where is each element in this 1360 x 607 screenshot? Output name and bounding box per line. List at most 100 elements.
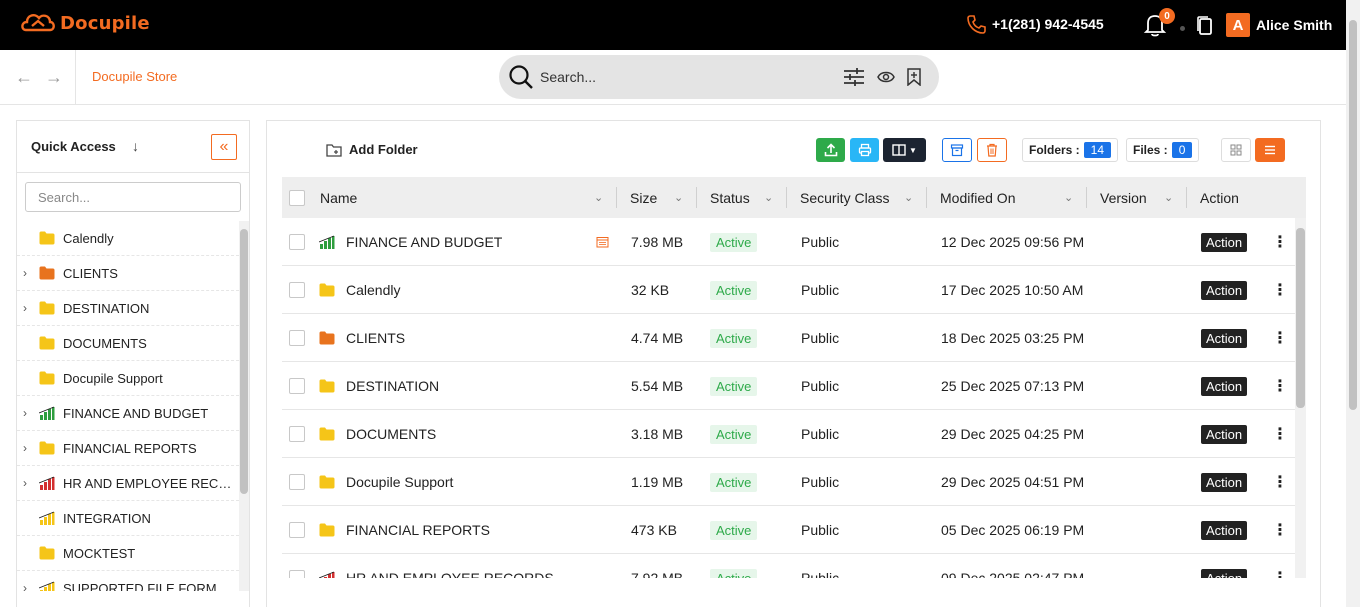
tree-item[interactable]: › HR AND EMPLOYEE RECOR... bbox=[17, 466, 239, 501]
row-menu[interactable]: ⋮ bbox=[1272, 266, 1288, 314]
row-checkbox[interactable] bbox=[289, 426, 305, 442]
action-button[interactable]: Action bbox=[1201, 376, 1248, 396]
notifications-button[interactable]: 0 bbox=[1143, 8, 1175, 43]
table-row[interactable]: DOCUMENTS 3.18 MB Active Public 29 Dec 2025 … bbox=[282, 410, 1306, 458]
tree-scrollbar[interactable] bbox=[239, 221, 249, 591]
action-button[interactable]: Action bbox=[1201, 472, 1248, 492]
action-button[interactable]: Action bbox=[1201, 232, 1248, 252]
add-folder-button[interactable]: Add Folder bbox=[326, 142, 418, 157]
tree-item[interactable]: DOCUMENTS bbox=[17, 326, 239, 361]
select-all-checkbox[interactable] bbox=[289, 189, 305, 206]
tree-item[interactable]: MOCKTEST bbox=[17, 536, 239, 571]
row-name[interactable]: FINANCIAL REPORTS bbox=[346, 506, 490, 554]
row-checkbox[interactable] bbox=[289, 474, 305, 490]
table-row[interactable]: HR AND EMPLOYEE RECORDS 7.92 MB Active Publ… bbox=[282, 554, 1306, 578]
table-scrollbar[interactable] bbox=[1295, 218, 1306, 578]
row-menu[interactable]: ⋮ bbox=[1272, 458, 1288, 506]
row-name[interactable]: Docupile Support bbox=[346, 458, 453, 506]
row-security-class: Public bbox=[801, 474, 840, 490]
back-arrow-icon[interactable]: ← bbox=[15, 67, 33, 88]
delete-button[interactable] bbox=[977, 138, 1007, 162]
nav-arrows: ← → bbox=[15, 67, 63, 88]
table-row[interactable]: CLIENTS 4.74 MB Active Public 18 Dec 2025 03… bbox=[282, 314, 1306, 362]
chevron-right-icon[interactable]: › bbox=[23, 266, 27, 280]
row-menu[interactable]: ⋮ bbox=[1272, 314, 1288, 362]
bookmark-add-icon[interactable] bbox=[907, 68, 921, 86]
row-menu[interactable]: ⋮ bbox=[1272, 362, 1288, 410]
tree-item[interactable]: › FINANCE AND BUDGET bbox=[17, 396, 239, 431]
column-version[interactable]: Version ⌄ bbox=[1087, 177, 1187, 218]
table-row[interactable]: Docupile Support 1.19 MB Active Public 29 De… bbox=[282, 458, 1306, 506]
quick-access-search-input[interactable]: Search... bbox=[25, 182, 241, 212]
row-checkbox[interactable] bbox=[289, 234, 305, 250]
row-checkbox[interactable] bbox=[289, 378, 305, 394]
collapse-panel-button[interactable]: « bbox=[211, 134, 237, 160]
columns-toggle-button[interactable]: ▼ bbox=[883, 138, 926, 162]
row-menu[interactable]: ⋮ bbox=[1272, 506, 1288, 554]
chevron-down-icon: ⌄ bbox=[1064, 192, 1074, 204]
user-menu[interactable]: A Alice Smith bbox=[1226, 13, 1332, 37]
chevron-right-icon[interactable]: › bbox=[23, 406, 27, 420]
row-name[interactable]: FINANCE AND BUDGET bbox=[346, 218, 502, 266]
tree-item[interactable]: › DESTINATION bbox=[17, 291, 239, 326]
table-row[interactable]: FINANCE AND BUDGET 7.98 MB Active Public 12 … bbox=[282, 218, 1306, 266]
action-button[interactable]: Action bbox=[1201, 328, 1248, 348]
archive-button[interactable] bbox=[942, 138, 972, 162]
forward-arrow-icon[interactable]: → bbox=[45, 67, 63, 88]
logo[interactable]: Docupile bbox=[20, 10, 150, 36]
tree-item[interactable]: › FINANCIAL REPORTS bbox=[17, 431, 239, 466]
tree-item[interactable]: INTEGRATION bbox=[17, 501, 239, 536]
chevron-right-icon[interactable]: › bbox=[23, 301, 27, 315]
column-size[interactable]: Size ⌄ bbox=[617, 177, 697, 218]
column-status[interactable]: Status ⌄ bbox=[697, 177, 787, 218]
print-button[interactable] bbox=[850, 138, 879, 162]
column-modified-on[interactable]: Modified On ⌄ bbox=[927, 177, 1087, 218]
upload-button[interactable] bbox=[816, 138, 845, 162]
global-search-input[interactable] bbox=[540, 69, 830, 85]
row-name[interactable]: DOCUMENTS bbox=[346, 410, 436, 458]
row-checkbox[interactable] bbox=[289, 330, 305, 346]
grid-view-button[interactable] bbox=[1221, 138, 1251, 162]
table-row[interactable]: FINANCIAL REPORTS 473 KB Active Public 05 De… bbox=[282, 506, 1306, 554]
row-menu[interactable]: ⋮ bbox=[1272, 410, 1288, 458]
row-menu[interactable]: ⋮ bbox=[1272, 218, 1288, 266]
row-name[interactable]: HR AND EMPLOYEE RECORDS bbox=[346, 554, 554, 578]
sort-down-icon[interactable]: ↓ bbox=[132, 138, 139, 154]
bar-chart-folder-icon bbox=[38, 476, 55, 490]
table-row[interactable]: DESTINATION 5.54 MB Active Public 25 Dec 202… bbox=[282, 362, 1306, 410]
row-menu[interactable]: ⋮ bbox=[1272, 554, 1288, 578]
row-checkbox[interactable] bbox=[289, 570, 305, 578]
chevron-right-icon[interactable]: › bbox=[23, 441, 27, 455]
document-icon[interactable] bbox=[596, 218, 609, 266]
action-button[interactable]: Action bbox=[1201, 424, 1248, 444]
action-button[interactable]: Action bbox=[1201, 280, 1248, 300]
tree-item-icon bbox=[39, 441, 55, 458]
tree-item-label: DESTINATION bbox=[63, 300, 150, 316]
column-security-class[interactable]: Security Class ⌄ bbox=[787, 177, 927, 218]
chevron-right-icon[interactable]: › bbox=[23, 476, 27, 490]
row-checkbox[interactable] bbox=[289, 282, 305, 298]
top-bar: Docupile +1(281) 942-4545 0 A Alice Smit… bbox=[0, 0, 1360, 50]
clipboard-button[interactable] bbox=[1197, 16, 1213, 41]
phone-contact[interactable]: +1(281) 942-4545 bbox=[966, 14, 1104, 34]
tree-item[interactable]: › CLIENTS bbox=[17, 256, 239, 291]
row-name[interactable]: DESTINATION bbox=[346, 362, 439, 410]
action-button[interactable]: Action bbox=[1201, 568, 1248, 578]
row-name[interactable]: CLIENTS bbox=[346, 314, 405, 362]
list-view-button[interactable] bbox=[1255, 138, 1285, 162]
tree-item-label: Calendly bbox=[63, 230, 114, 246]
eye-icon[interactable] bbox=[877, 70, 895, 84]
bar-chart-folder-icon bbox=[38, 511, 55, 525]
column-name[interactable]: Name ⌄ bbox=[312, 177, 617, 218]
tree-item[interactable]: › SUPPORTED FILE FORMATS bbox=[17, 571, 239, 591]
breadcrumb[interactable]: Docupile Store bbox=[92, 69, 177, 84]
table-row[interactable]: Calendly 32 KB Active Public 17 Dec 2025 10:… bbox=[282, 266, 1306, 314]
tree-item[interactable]: Calendly bbox=[17, 221, 239, 256]
tree-item[interactable]: Docupile Support bbox=[17, 361, 239, 396]
chevron-right-icon[interactable]: › bbox=[23, 581, 27, 591]
action-button[interactable]: Action bbox=[1201, 520, 1248, 540]
row-name[interactable]: Calendly bbox=[346, 266, 400, 314]
row-checkbox[interactable] bbox=[289, 522, 305, 538]
page-scrollbar[interactable] bbox=[1346, 0, 1360, 607]
filter-sliders-icon[interactable] bbox=[843, 67, 865, 87]
